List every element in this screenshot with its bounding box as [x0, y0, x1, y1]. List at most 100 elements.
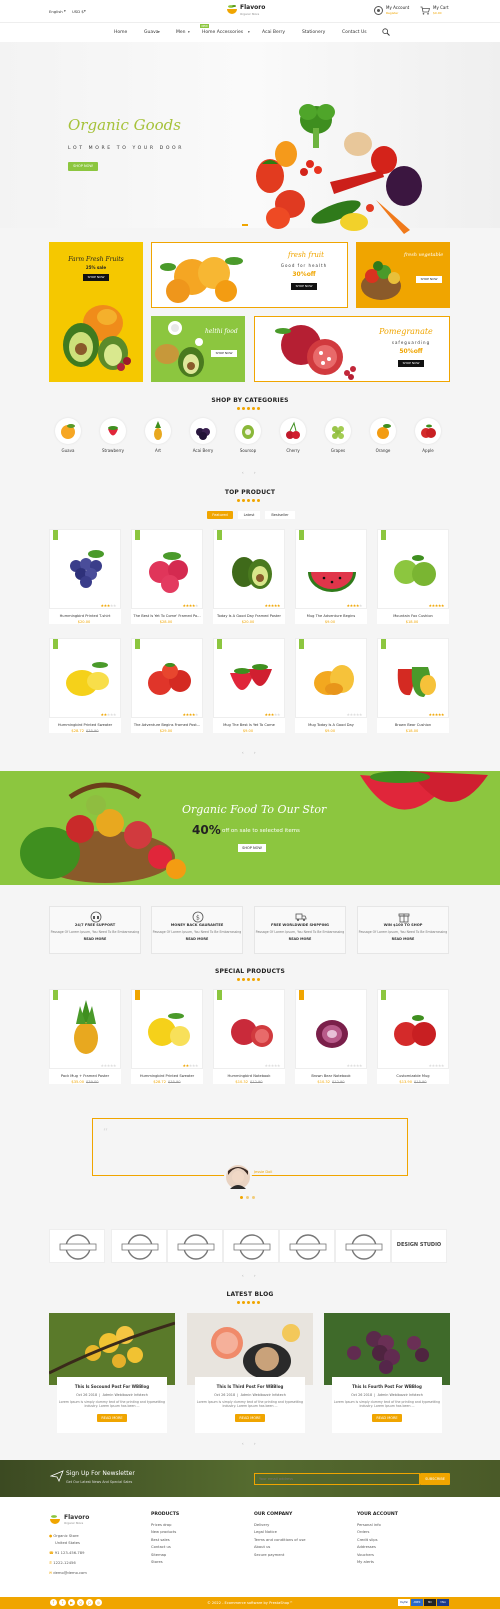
product-name[interactable]: The Best Is Yet To Come' Framed Po... — [131, 614, 203, 618]
banner-fresh-fruit[interactable]: fresh fruit Good for health 30%off SHOP … — [151, 242, 348, 308]
product-card[interactable]: ★★★★★ Brown Bear Notebook $10.32 $12.90 — [295, 989, 367, 1084]
newsletter-subscribe-button[interactable]: SUBSCRIBE — [420, 1473, 450, 1485]
blog-prev-arrow-icon[interactable]: ‹ — [242, 1441, 244, 1446]
product-name[interactable]: Hummingbird Printed T-shirt — [49, 614, 121, 618]
footer-email[interactable]: demo@demo.com — [53, 1571, 87, 1575]
product-name[interactable]: Pack Mug + Framed Poster — [49, 1074, 121, 1078]
footer-link[interactable]: Vouchers — [357, 1553, 398, 1557]
banner-pomegranate[interactable]: Pomegranate safeguarding 50%off SHOP NOW — [254, 316, 450, 382]
product-image[interactable]: ★★★★★ — [49, 989, 121, 1069]
category-orange[interactable]: Orange — [363, 418, 403, 453]
banner-fresh-fruit-button[interactable]: SHOP NOW — [291, 283, 317, 290]
nav-contact-us[interactable]: Contact Us — [342, 30, 367, 35]
banner-healthy-food-button[interactable]: SHOP NOW — [211, 350, 237, 357]
service-read-more[interactable]: READ MORE — [152, 937, 242, 941]
categories-next-arrow-icon[interactable]: › — [254, 470, 256, 475]
footer-link[interactable]: Credit slips — [357, 1538, 398, 1542]
nav-stationery[interactable]: Stationery — [302, 30, 325, 35]
product-card[interactable]: ★★★★★ Hummingbird Printed Sweater $28.72 $3… — [49, 638, 121, 733]
footer-link[interactable]: My alerts — [357, 1560, 398, 1564]
language-selector[interactable]: English — [49, 9, 63, 14]
product-name[interactable]: Hummingbird Printed Sweater — [131, 1074, 203, 1078]
product-image[interactable]: ★★★★★ — [49, 638, 121, 718]
product-image[interactable]: ★★★★★ — [131, 638, 203, 718]
product-name[interactable]: Mug The Best Is Yet To Come — [213, 723, 285, 727]
brand-logo[interactable] — [167, 1229, 223, 1263]
footer-link[interactable]: Addresses — [357, 1545, 398, 1549]
hero-pager-dot[interactable] — [242, 224, 248, 226]
my-cart-link[interactable]: My Cart — [433, 5, 449, 10]
banner-farm-fresh-button[interactable]: SHOP NOW — [83, 274, 109, 281]
promo-shop-now-button[interactable]: SHOP NOW — [238, 844, 266, 852]
hero-shop-now-button[interactable]: SHOP NOW — [68, 162, 98, 171]
banner-fresh-vegetable-button[interactable]: SHOP NOW — [416, 276, 442, 283]
top-product-prev-arrow-icon[interactable]: ‹ — [242, 750, 244, 755]
product-card[interactable]: ★★★★★ Hummingbird Notebook $10.32 $12.90 — [213, 989, 285, 1084]
product-image[interactable]: ★★★★★ — [295, 989, 367, 1069]
product-image[interactable]: ★★★★★ — [377, 529, 449, 609]
blog-next-arrow-icon[interactable]: › — [254, 1441, 256, 1446]
footer-link[interactable]: Sitemap — [151, 1553, 179, 1557]
product-name[interactable]: Brown Bear Notebook — [295, 1074, 367, 1078]
product-name[interactable]: The Adventure Begins Framed Post... — [131, 723, 203, 727]
product-name[interactable]: Mountain Fox Cushion — [377, 614, 449, 618]
blog-post[interactable]: This Is Socound Post For WBBlog Oct 26 2… — [49, 1313, 175, 1433]
banner-pomegranate-button[interactable]: SHOP NOW — [398, 360, 424, 367]
categories-prev-arrow-icon[interactable]: ‹ — [242, 470, 244, 475]
nav-acai-berry[interactable]: Acai Berry — [262, 30, 285, 35]
product-card[interactable]: ★★★★★ Mountain Fox Cushion $18.00 — [377, 529, 449, 624]
footer-link[interactable]: Orders — [357, 1530, 398, 1534]
nav-guava[interactable]: Guava — [144, 30, 159, 35]
product-name[interactable]: Today Is A Good Day Framed Poster — [213, 614, 285, 618]
blog-post[interactable]: This Is Third Post For WBBlog Oct 26 201… — [187, 1313, 313, 1433]
product-image[interactable]: ★★★★★ — [377, 638, 449, 718]
footer-link[interactable]: Terms and conditions of use — [254, 1538, 306, 1542]
product-image[interactable]: ★★★★★ — [295, 638, 367, 718]
blog-post-title[interactable]: This Is Socound Post For WBBlog — [57, 1384, 167, 1389]
service-read-more[interactable]: READ MORE — [255, 937, 345, 941]
category-art[interactable]: Art — [138, 418, 178, 453]
banner-farm-fresh[interactable]: Farm Fresh Fruits 25% sale SHOP NOW — [49, 242, 143, 382]
product-name[interactable]: Mug The Adventure Begins — [295, 614, 367, 618]
search-icon[interactable] — [382, 28, 390, 36]
tab-bestseller[interactable]: Bestseller — [265, 511, 295, 519]
footer-link[interactable]: Legal Notice — [254, 1530, 306, 1534]
brand-logo[interactable] — [335, 1229, 391, 1263]
category-strawberry[interactable]: Strawberry — [93, 418, 133, 453]
footer-link[interactable]: Prices drop — [151, 1523, 179, 1527]
nav-home[interactable]: Home — [114, 30, 127, 35]
logo-icon[interactable] — [226, 3, 238, 15]
category-apple[interactable]: Apple — [408, 418, 448, 453]
product-name[interactable]: Customizable Mug — [377, 1074, 449, 1078]
blog-read-more-button[interactable]: READ MORE — [372, 1413, 402, 1422]
footer-link[interactable]: Stores — [151, 1560, 179, 1564]
brand-logo[interactable] — [49, 1229, 105, 1263]
testimonial-pager[interactable] — [240, 1195, 260, 1199]
product-name[interactable]: Hummingbird Notebook — [213, 1074, 285, 1078]
blog-read-more-button[interactable]: READ MORE — [97, 1413, 127, 1422]
category-acai-berry[interactable]: Acai Berry — [183, 418, 223, 453]
product-name[interactable]: Brown Bear Cushion — [377, 723, 449, 727]
service-read-more[interactable]: READ MORE — [50, 937, 140, 941]
footer-logo-icon[interactable] — [49, 1513, 61, 1525]
footer-link[interactable]: Secure payment — [254, 1553, 306, 1557]
blog-post-title[interactable]: This Is Fourth Post For WBBlog — [332, 1384, 442, 1389]
product-image[interactable]: ★★★★★ — [295, 529, 367, 609]
my-account-link[interactable]: My Account — [386, 5, 409, 10]
category-guava[interactable]: Guava — [48, 418, 88, 453]
product-card[interactable]: ★★★★★ Today Is A Good Day Framed Poster $2… — [213, 529, 285, 624]
tab-latest[interactable]: Latest — [238, 511, 260, 519]
product-card[interactable]: ★★★★★ Mug The Adventure Begins $9.00 — [295, 529, 367, 624]
product-name[interactable]: Mug Today Is A Good Day — [295, 723, 367, 727]
brands-next-arrow-icon[interactable]: › — [254, 1273, 256, 1278]
footer-link[interactable]: Personal info — [357, 1523, 398, 1527]
nav-men[interactable]: Men — [176, 30, 186, 35]
brand-logo[interactable] — [111, 1229, 167, 1263]
nav-home-accessories[interactable]: Home Accessories — [202, 30, 243, 35]
product-card[interactable]: ★★★★★ Brown Bear Cushion $18.00 — [377, 638, 449, 733]
register-link[interactable]: Register — [386, 11, 398, 15]
category-cherry[interactable]: Cherry — [273, 418, 313, 453]
blog-post-title[interactable]: This Is Third Post For WBBlog — [195, 1384, 305, 1389]
product-card[interactable]: ★★★★★ Mug The Best Is Yet To Come $9.00 — [213, 638, 285, 733]
newsletter-email-input[interactable] — [254, 1473, 420, 1485]
